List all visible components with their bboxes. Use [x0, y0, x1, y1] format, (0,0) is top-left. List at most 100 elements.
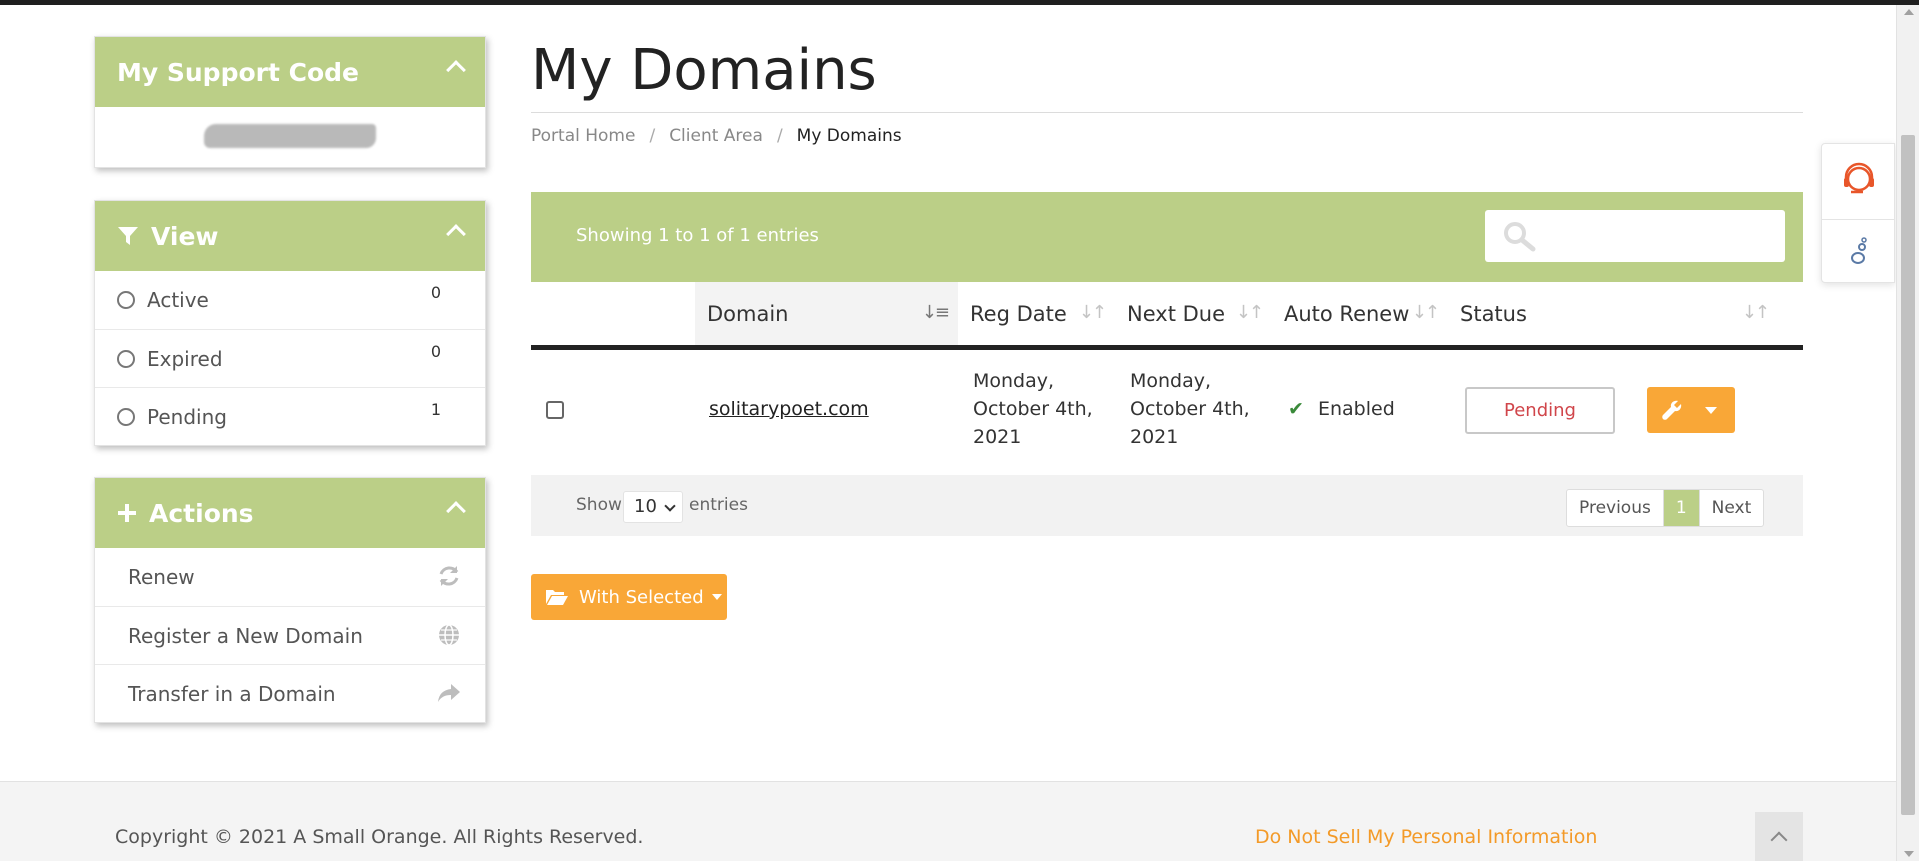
- with-selected-button[interactable]: With Selected: [531, 574, 727, 620]
- breadcrumb-portal-home[interactable]: Portal Home: [531, 126, 635, 146]
- view-header[interactable]: View: [95, 201, 485, 271]
- filter-icon: [118, 227, 138, 245]
- page-footer: Copyright © 2021 A Small Orange. All Rig…: [0, 781, 1896, 861]
- view-item-label: Expired: [147, 346, 223, 371]
- domain-cell: solitarypoet.com: [709, 395, 869, 423]
- chevron-down-icon: [664, 500, 676, 512]
- view-item-label: Active: [147, 288, 209, 312]
- globe-icon: [439, 624, 459, 646]
- chevron-down-icon: [711, 594, 722, 600]
- breadcrumb-separator: /: [649, 126, 656, 146]
- support-agent-icon[interactable]: [1841, 161, 1877, 199]
- chevron-up-icon[interactable]: [446, 501, 466, 521]
- action-label: Renew: [128, 565, 195, 589]
- search-input[interactable]: [1485, 210, 1785, 262]
- action-label: Register a New Domain: [128, 623, 363, 648]
- next-due-line: Monday,: [1130, 370, 1212, 392]
- actions-header[interactable]: Actions: [95, 478, 485, 548]
- action-label: Transfer in a Domain: [128, 681, 336, 706]
- auto-renew-cell: ✔ Enabled: [1288, 395, 1395, 423]
- page-size-select[interactable]: 10: [623, 491, 683, 523]
- auto-renew-value: Enabled: [1317, 398, 1395, 420]
- chevron-up-icon[interactable]: [446, 224, 466, 244]
- copyright-text: Copyright © 2021 A Small Orange. All Rig…: [115, 826, 644, 848]
- actions-panel: Actions Renew Register a New Domain Tran…: [94, 477, 486, 723]
- breadcrumb-current: My Domains: [796, 126, 902, 146]
- domain-link[interactable]: solitarypoet.com: [709, 398, 869, 420]
- support-code-header[interactable]: My Support Code: [95, 37, 485, 107]
- radio-icon[interactable]: [117, 349, 135, 368]
- view-title: View: [151, 221, 219, 251]
- column-label: Status: [1460, 302, 1527, 326]
- column-label: Auto Renew: [1284, 302, 1410, 326]
- table-footer: Show 10 entries Previous 1 Next: [531, 475, 1803, 536]
- sort-ascending-icon[interactable]: ↓≡: [922, 302, 950, 323]
- page-size-value: 10: [634, 496, 657, 517]
- chevron-up-icon: [1770, 831, 1788, 849]
- view-item-active[interactable]: Active 0: [95, 271, 485, 329]
- sort-icon[interactable]: ↓↑: [1412, 302, 1440, 323]
- next-due-line: 2021: [1130, 426, 1179, 448]
- next-due-cell: Monday, October 4th, 2021: [1130, 367, 1250, 451]
- page-scrollbar[interactable]: [1896, 5, 1919, 861]
- chat-bubbles-icon[interactable]: [1850, 236, 1868, 266]
- showing-entries-info: Showing 1 to 1 of 1 entries: [576, 225, 819, 246]
- scroll-thumb[interactable]: [1901, 135, 1915, 815]
- back-to-top-button[interactable]: [1755, 812, 1803, 861]
- support-code-panel: My Support Code: [94, 36, 486, 168]
- next-due-line: October 4th,: [1130, 398, 1250, 420]
- entries-label: entries: [689, 495, 748, 515]
- with-selected-label: With Selected: [579, 586, 704, 608]
- reg-date-line: 2021: [973, 426, 1022, 448]
- support-code-title: My Support Code: [117, 57, 360, 87]
- sort-icon[interactable]: ↓↑: [1079, 302, 1107, 323]
- view-item-pending[interactable]: Pending 1: [95, 387, 485, 445]
- reg-date-line: Monday,: [973, 370, 1055, 392]
- column-header-next-due[interactable]: Next Due ↓↑: [1115, 282, 1272, 346]
- browser-top-bar: [0, 0, 1919, 5]
- column-header-status[interactable]: Status ↓↑: [1448, 282, 1778, 346]
- scroll-down-arrow-icon[interactable]: [1904, 851, 1914, 857]
- chevron-up-icon[interactable]: [446, 60, 466, 80]
- folder-open-icon: [546, 590, 568, 605]
- sort-icon[interactable]: ↓↑: [1236, 302, 1264, 323]
- table-toolbar: Showing 1 to 1 of 1 entries: [531, 192, 1803, 282]
- actions-title: Actions: [149, 498, 254, 528]
- sort-icon[interactable]: ↓↑: [1742, 302, 1770, 323]
- domain-manage-button[interactable]: [1647, 387, 1735, 433]
- column-header-domain[interactable]: Domain ↓≡: [695, 282, 958, 346]
- do-not-sell-link[interactable]: Do Not Sell My Personal Information: [1255, 826, 1597, 848]
- row-checkbox[interactable]: [546, 401, 564, 419]
- reg-date-cell: Monday, October 4th, 2021: [973, 367, 1093, 451]
- redacted-support-code: [204, 124, 376, 148]
- widget-divider: [1822, 219, 1894, 220]
- plus-icon: [118, 504, 136, 522]
- radio-icon[interactable]: [117, 291, 135, 309]
- column-header-reg-date[interactable]: Reg Date ↓↑: [958, 282, 1115, 346]
- support-code-body: [95, 107, 485, 165]
- pagination-page-1[interactable]: 1: [1662, 490, 1699, 526]
- view-item-expired[interactable]: Expired 0: [95, 329, 485, 387]
- breadcrumb-separator: /: [776, 126, 783, 146]
- action-renew[interactable]: Renew: [95, 548, 485, 606]
- column-header-auto-renew[interactable]: Auto Renew ↓↑: [1272, 282, 1448, 346]
- breadcrumb-client-area[interactable]: Client Area: [669, 126, 763, 146]
- view-item-count: 0: [430, 342, 441, 361]
- show-label: Show: [576, 495, 622, 515]
- header-divider: [531, 345, 1803, 350]
- chevron-down-icon[interactable]: [1705, 407, 1717, 414]
- view-item-count: 0: [430, 283, 441, 302]
- radio-icon[interactable]: [117, 407, 135, 426]
- actions-list: Renew Register a New Domain Transfer in …: [95, 548, 485, 722]
- pagination-previous[interactable]: Previous: [1567, 490, 1663, 526]
- action-register-domain[interactable]: Register a New Domain: [95, 606, 485, 664]
- action-transfer-domain[interactable]: Transfer in a Domain: [95, 664, 485, 722]
- check-icon: ✔: [1288, 398, 1304, 420]
- column-label: Next Due: [1127, 302, 1225, 326]
- pagination-next[interactable]: Next: [1698, 490, 1764, 526]
- scroll-up-arrow-icon[interactable]: [1904, 9, 1914, 15]
- view-item-count: 1: [430, 400, 441, 419]
- reg-date-line: October 4th,: [973, 398, 1093, 420]
- status-badge: Pending: [1465, 387, 1615, 434]
- title-divider: [531, 112, 1803, 113]
